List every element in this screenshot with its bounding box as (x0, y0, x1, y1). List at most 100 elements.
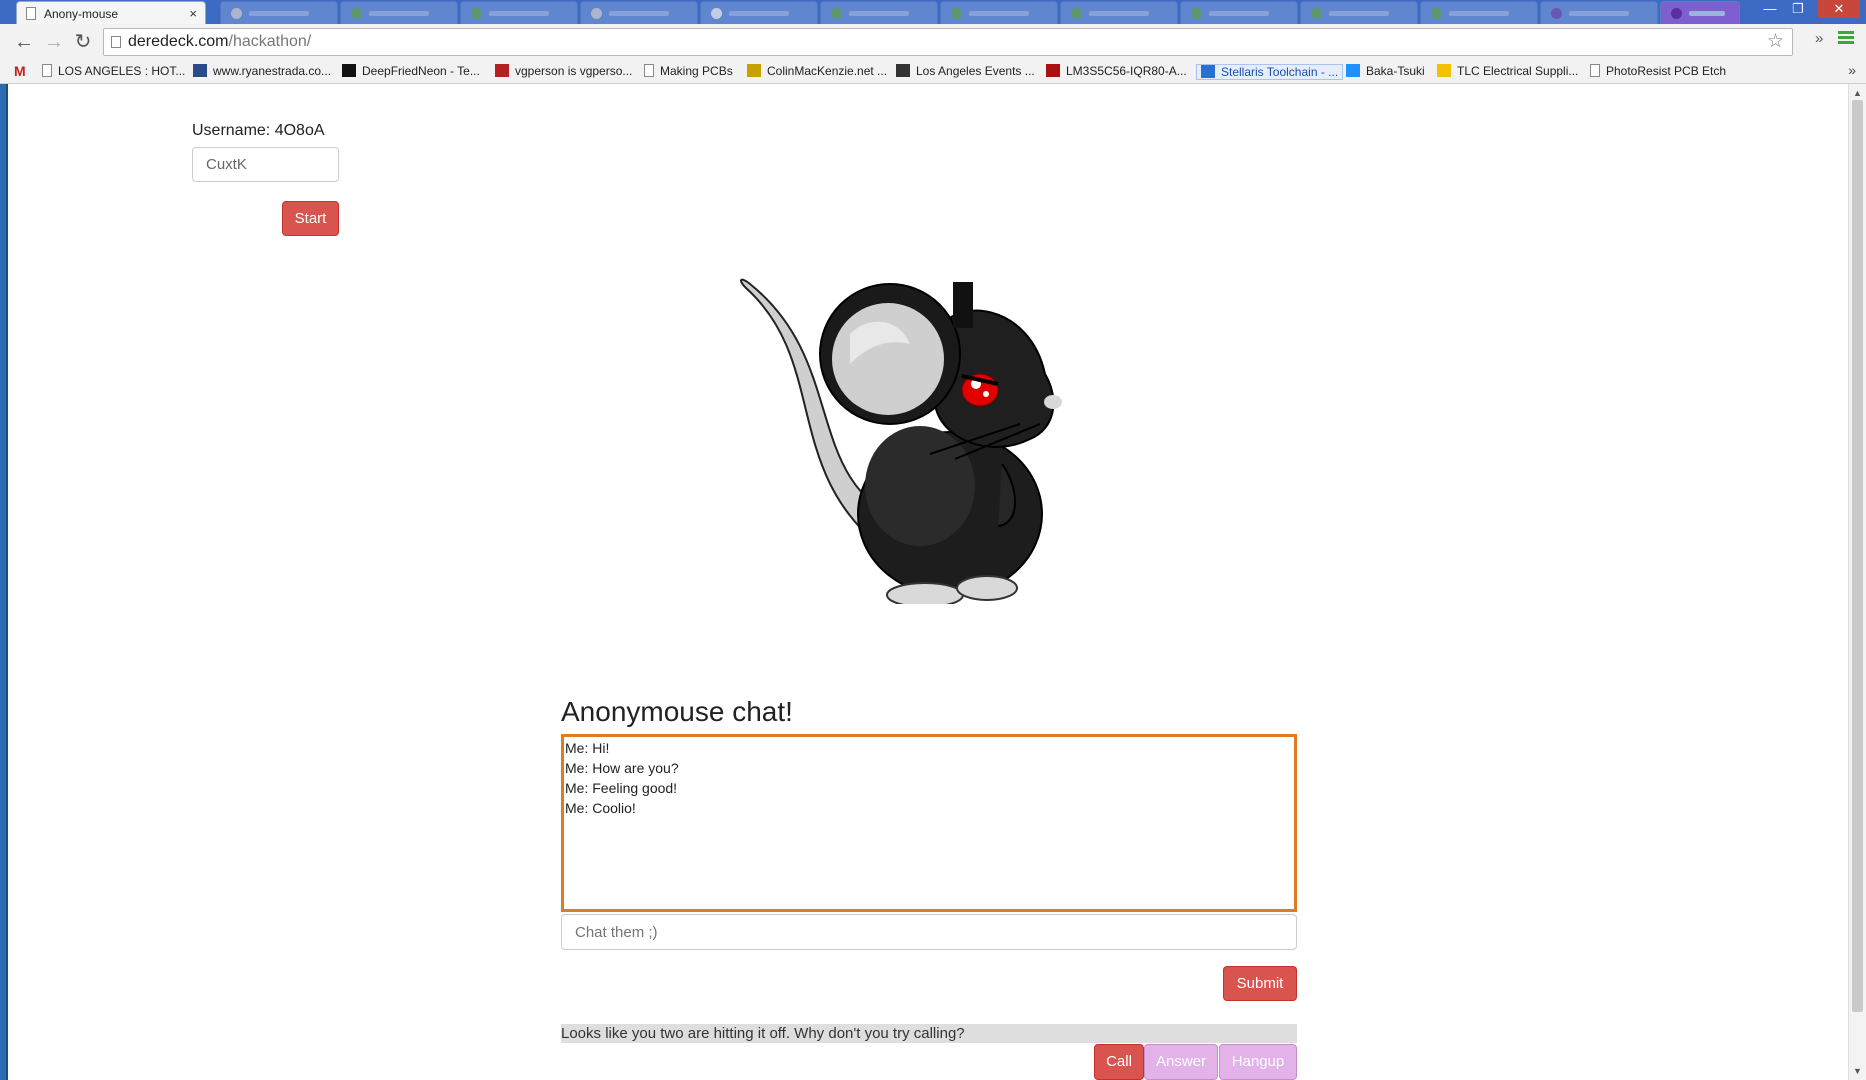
scroll-up-icon[interactable]: ▲ (1853, 88, 1862, 98)
menu-icon[interactable] (1838, 31, 1854, 45)
page-icon (26, 7, 36, 20)
background-tab[interactable] (460, 1, 578, 24)
name-input[interactable] (192, 147, 339, 182)
background-tab[interactable] (220, 1, 338, 24)
call-button[interactable]: Call (1094, 1044, 1144, 1080)
bookmark-item[interactable]: LOS ANGELES : HOT... (42, 64, 185, 78)
bookmark-item[interactable]: LM3S5C56-IQR80-A... (1046, 64, 1187, 78)
tab-title-blurred (969, 11, 1029, 16)
bookmark-label: www.ryanestrada.co... (213, 64, 332, 78)
extensions-overflow-icon[interactable]: » (1815, 30, 1823, 47)
address-bar[interactable]: deredeck.com/hackathon/ ☆ (103, 28, 1793, 56)
tab-title-blurred (1329, 11, 1389, 16)
favicon-icon (1671, 8, 1682, 19)
favicon-icon (351, 8, 362, 19)
answer-button[interactable]: Answer (1144, 1044, 1218, 1080)
bookmark-label: Baka-Tsuki (1366, 64, 1425, 78)
warning-icon (1437, 64, 1451, 77)
page-scrollbar[interactable]: ▲ ▼ (1848, 84, 1866, 1080)
bookmark-label: Making PCBs (660, 64, 733, 78)
reload-icon[interactable]: ↻ (71, 30, 95, 54)
gmail-icon[interactable]: M (14, 63, 26, 79)
tab-title-blurred (1209, 11, 1269, 16)
username-label: Username: 4O8oA (192, 122, 325, 139)
background-tab[interactable] (340, 1, 458, 24)
background-tab[interactable] (1660, 1, 1740, 24)
bookmark-item[interactable]: PhotoResist PCB Etch (1590, 64, 1726, 78)
tab-title-blurred (1569, 11, 1629, 16)
tab-title-blurred (1089, 11, 1149, 16)
bookmark-item[interactable]: TLC Electrical Suppli... (1437, 64, 1578, 78)
chat-message: Me: Hi! (565, 740, 610, 756)
browser-window: Anony-mouse × — ❐ ✕ ← → ↻ deredeck.com/h… (0, 0, 1866, 1080)
restore-icon[interactable]: ❐ (1785, 0, 1811, 18)
bookmark-item[interactable]: Stellaris Toolchain - ... (1196, 64, 1344, 80)
site-icon (1201, 65, 1215, 78)
site-icon (747, 64, 761, 77)
bookmark-item[interactable]: ColinMacKenzie.net ... (747, 64, 887, 78)
bookmark-item[interactable]: Los Angeles Events ... (896, 64, 1035, 78)
site-icon (193, 64, 207, 77)
url-path: /hackathon/ (228, 33, 312, 50)
minimize-icon[interactable]: — (1757, 0, 1783, 18)
site-icon (1346, 64, 1360, 77)
bookmark-label: LM3S5C56-IQR80-A... (1066, 64, 1187, 78)
back-icon[interactable]: ← (12, 30, 36, 54)
bookmark-label: vgperson is vgperso... (515, 64, 633, 78)
favicon-icon (591, 8, 602, 19)
chat-message: Me: Feeling good! (565, 780, 678, 796)
favicon-icon (1071, 8, 1082, 19)
mouse-mascot-image (740, 278, 1062, 604)
site-icon (495, 64, 509, 77)
bookmark-item[interactable]: www.ryanestrada.co... (193, 64, 331, 78)
background-tab[interactable] (1180, 1, 1298, 24)
chat-log[interactable]: Me: Hi! Me: How are you? Me: Feeling goo… (561, 734, 1297, 912)
background-tab[interactable] (1060, 1, 1178, 24)
favicon-icon (1431, 8, 1442, 19)
tab-title-blurred (249, 11, 309, 16)
page-icon (644, 64, 654, 77)
tab-title-blurred (1449, 11, 1509, 16)
favicon-icon (951, 8, 962, 19)
page-icon (111, 36, 121, 48)
window-close-icon[interactable]: ✕ (1818, 0, 1860, 18)
bookmark-star-icon[interactable]: ☆ (1767, 29, 1784, 55)
background-tab[interactable] (580, 1, 698, 24)
background-tab[interactable] (940, 1, 1058, 24)
bookmark-item[interactable]: Making PCBs (644, 64, 733, 78)
chat-input[interactable] (561, 914, 1297, 950)
chat-message: Me: Coolio! (565, 800, 636, 816)
scrollbar-thumb[interactable] (1852, 100, 1863, 1012)
submit-button[interactable]: Submit (1223, 966, 1297, 1001)
tab-anony-mouse[interactable]: Anony-mouse × (16, 1, 206, 24)
background-tab[interactable] (1300, 1, 1418, 24)
page-icon (42, 64, 52, 77)
start-button[interactable]: Start (282, 201, 339, 236)
bookmark-label: TLC Electrical Suppli... (1457, 64, 1579, 78)
bookmark-item[interactable]: Baka-Tsuki (1346, 64, 1425, 78)
bookmark-item[interactable]: vgperson is vgperso... (495, 64, 632, 78)
tab-close-icon[interactable]: × (189, 6, 197, 21)
scroll-down-icon[interactable]: ▼ (1853, 1066, 1862, 1076)
favicon-icon (231, 8, 242, 19)
hangup-button[interactable]: Hangup (1219, 1044, 1297, 1080)
bookmark-item[interactable]: DeepFriedNeon - Te... (342, 64, 480, 78)
url-host: deredeck.com (128, 33, 229, 50)
background-tab[interactable] (820, 1, 938, 24)
favicon-icon (711, 8, 722, 19)
site-icon (1046, 64, 1060, 77)
bookmark-label: LOS ANGELES : HOT... (58, 64, 186, 78)
tab-strip: Anony-mouse × — ❐ ✕ (0, 0, 1866, 24)
page-content: Username: 4O8oA Start (0, 84, 1866, 1080)
background-tab[interactable] (1540, 1, 1658, 24)
chat-message: Me: How are you? (565, 760, 679, 776)
bookmark-label: DeepFriedNeon - Te... (362, 64, 480, 78)
bookmark-label: ColinMacKenzie.net ... (767, 64, 888, 78)
background-tab[interactable] (1420, 1, 1538, 24)
tab-title: Anony-mouse (44, 7, 119, 21)
forward-icon[interactable]: → (42, 30, 66, 54)
background-tab[interactable] (700, 1, 818, 24)
bookmarks-bar: M LOS ANGELES : HOT... www.ryanestrada.c… (0, 60, 1866, 84)
tab-title-blurred (489, 11, 549, 16)
bookmarks-overflow-icon[interactable]: » (1848, 62, 1856, 78)
